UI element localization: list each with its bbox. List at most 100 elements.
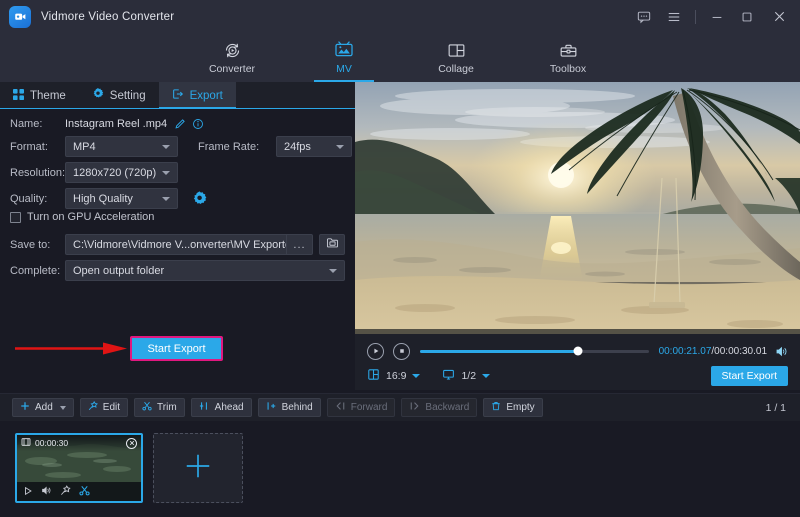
save-to-path-value: C:\Vidmore\Vidmore V...onverter\MV Expor… — [66, 239, 286, 251]
sub-tab-setting[interactable]: Setting — [79, 82, 159, 109]
start-export-button-panel[interactable]: Start Export — [130, 336, 223, 361]
start-export-button-player[interactable]: Start Export — [711, 366, 788, 386]
ahead-label: Ahead — [215, 402, 244, 413]
hamburger-menu-icon[interactable] — [659, 0, 689, 33]
name-value[interactable]: Instagram Reel .mp4 — [65, 118, 167, 130]
stop-icon[interactable] — [393, 343, 410, 360]
plus-icon — [20, 401, 30, 414]
save-to-row: Save to: C:\Vidmore\Vidmore V...onverter… — [10, 234, 345, 255]
scissors-icon[interactable] — [79, 483, 90, 501]
backward-label: Backward — [425, 402, 469, 413]
forward-button[interactable]: Forward — [327, 398, 396, 417]
preview-frame — [355, 82, 800, 334]
timeline-clip[interactable]: 00:00:30 — [15, 433, 143, 503]
backward-button[interactable]: Backward — [401, 398, 477, 417]
nav-tab-converter[interactable]: Converter — [193, 33, 271, 82]
video-preview[interactable] — [355, 82, 800, 334]
timeline-strip: 00:00:30 — [0, 421, 800, 517]
info-circle-icon[interactable] — [192, 118, 204, 130]
format-label: Format: — [10, 141, 65, 153]
quality-row: Quality: High Quality — [10, 188, 207, 209]
quality-settings-gear-icon[interactable] — [192, 191, 207, 206]
open-folder-button[interactable] — [319, 234, 345, 255]
volume-icon[interactable] — [41, 483, 52, 501]
split-screen-select[interactable]: 1/2 — [442, 368, 490, 384]
format-select[interactable]: MP4 — [65, 136, 178, 157]
resolution-value: 1280x720 (720p) — [73, 167, 156, 179]
frame-rate-label: Frame Rate: — [198, 141, 276, 153]
frame-rate-select[interactable]: 24fps — [276, 136, 352, 157]
quality-value: High Quality — [73, 193, 156, 205]
maximize-icon[interactable] — [732, 0, 762, 33]
player-controls: 00:00:21.07/00:00:30.01 — [355, 334, 800, 390]
save-to-path-field[interactable]: C:\Vidmore\Vidmore V...onverter\MV Expor… — [65, 234, 313, 255]
minimize-icon[interactable] — [702, 0, 732, 33]
play-icon[interactable] — [367, 343, 384, 360]
save-to-label: Save to: — [10, 239, 65, 251]
chevron-down-icon — [162, 197, 170, 201]
quality-select[interactable]: High Quality — [65, 188, 178, 209]
open-folder-icon — [326, 236, 339, 254]
app-title: Vidmore Video Converter — [41, 11, 174, 23]
resolution-label: Resolution: — [10, 167, 65, 179]
progress-slider[interactable] — [420, 350, 649, 353]
format-value: MP4 — [73, 141, 156, 153]
chevron-down-icon — [60, 406, 66, 410]
scissors-icon — [142, 401, 152, 414]
progress-handle[interactable] — [573, 347, 582, 356]
export-arrow-icon — [172, 88, 184, 103]
nav-tab-collage[interactable]: Collage — [417, 33, 495, 82]
insert-behind-icon — [266, 401, 277, 414]
gpu-acceleration-checkbox-row[interactable]: Turn on GPU Acceleration — [10, 211, 154, 223]
close-circle-icon[interactable] — [126, 438, 137, 449]
window-control-divider — [695, 10, 696, 24]
edit-button[interactable]: Edit — [80, 398, 128, 417]
time-display: 00:00:21.07/00:00:30.01 — [659, 346, 767, 357]
insert-ahead-icon — [199, 401, 210, 414]
behind-button[interactable]: Behind — [258, 398, 321, 417]
mv-picture-icon — [334, 40, 354, 60]
gpu-acceleration-checkbox[interactable] — [10, 212, 21, 223]
clip-tools — [17, 482, 141, 501]
resolution-select[interactable]: 1280x720 (720p) — [65, 162, 178, 183]
add-clip-tile[interactable] — [153, 433, 243, 503]
add-label: Add — [35, 402, 53, 413]
feedback-icon[interactable] — [629, 0, 659, 33]
effects-star-icon[interactable] — [60, 483, 71, 501]
collage-layout-icon — [447, 40, 466, 60]
nav-tab-mv[interactable]: MV — [305, 33, 383, 82]
empty-button[interactable]: Empty — [483, 398, 542, 417]
red-pointer-arrow — [15, 342, 127, 355]
trash-icon — [491, 401, 501, 414]
nav-tab-toolbox[interactable]: Toolbox — [529, 33, 607, 82]
format-row: Format: MP4 Frame Rate: 24fps — [10, 136, 352, 157]
play-icon[interactable] — [23, 483, 33, 501]
gear-icon — [92, 88, 104, 103]
nav-label-mv: MV — [336, 63, 352, 75]
sub-tab-bar: Theme Setting Export — [0, 82, 355, 109]
player-transport-row: 00:00:21.07/00:00:30.01 — [367, 341, 788, 361]
start-export-label: Start Export — [147, 343, 205, 355]
total-time: 00:00:30.01 — [714, 346, 767, 357]
magic-wand-icon — [88, 401, 98, 414]
sub-tab-theme[interactable]: Theme — [0, 82, 79, 109]
empty-label: Empty — [506, 402, 534, 413]
trim-button[interactable]: Trim — [134, 398, 185, 417]
chevron-down-icon — [336, 145, 344, 149]
aspect-ratio-select[interactable]: 16:9 — [367, 368, 420, 384]
speaker-volume-icon[interactable] — [775, 345, 788, 358]
close-icon[interactable] — [762, 0, 796, 33]
video-camera-icon — [14, 10, 27, 23]
clip-header: 00:00:30 — [17, 435, 141, 451]
sub-tab-export[interactable]: Export — [159, 82, 236, 109]
pencil-edit-icon[interactable] — [174, 118, 186, 130]
nav-label-collage: Collage — [438, 63, 474, 75]
frame-rate-value: 24fps — [284, 141, 330, 153]
add-button[interactable]: Add — [12, 398, 74, 417]
forward-label: Forward — [351, 402, 388, 413]
nav-label-toolbox: Toolbox — [550, 63, 586, 75]
browse-button[interactable]: ... — [286, 234, 312, 255]
edit-label: Edit — [103, 402, 120, 413]
ahead-button[interactable]: Ahead — [191, 398, 252, 417]
complete-select[interactable]: Open output folder — [65, 260, 345, 281]
